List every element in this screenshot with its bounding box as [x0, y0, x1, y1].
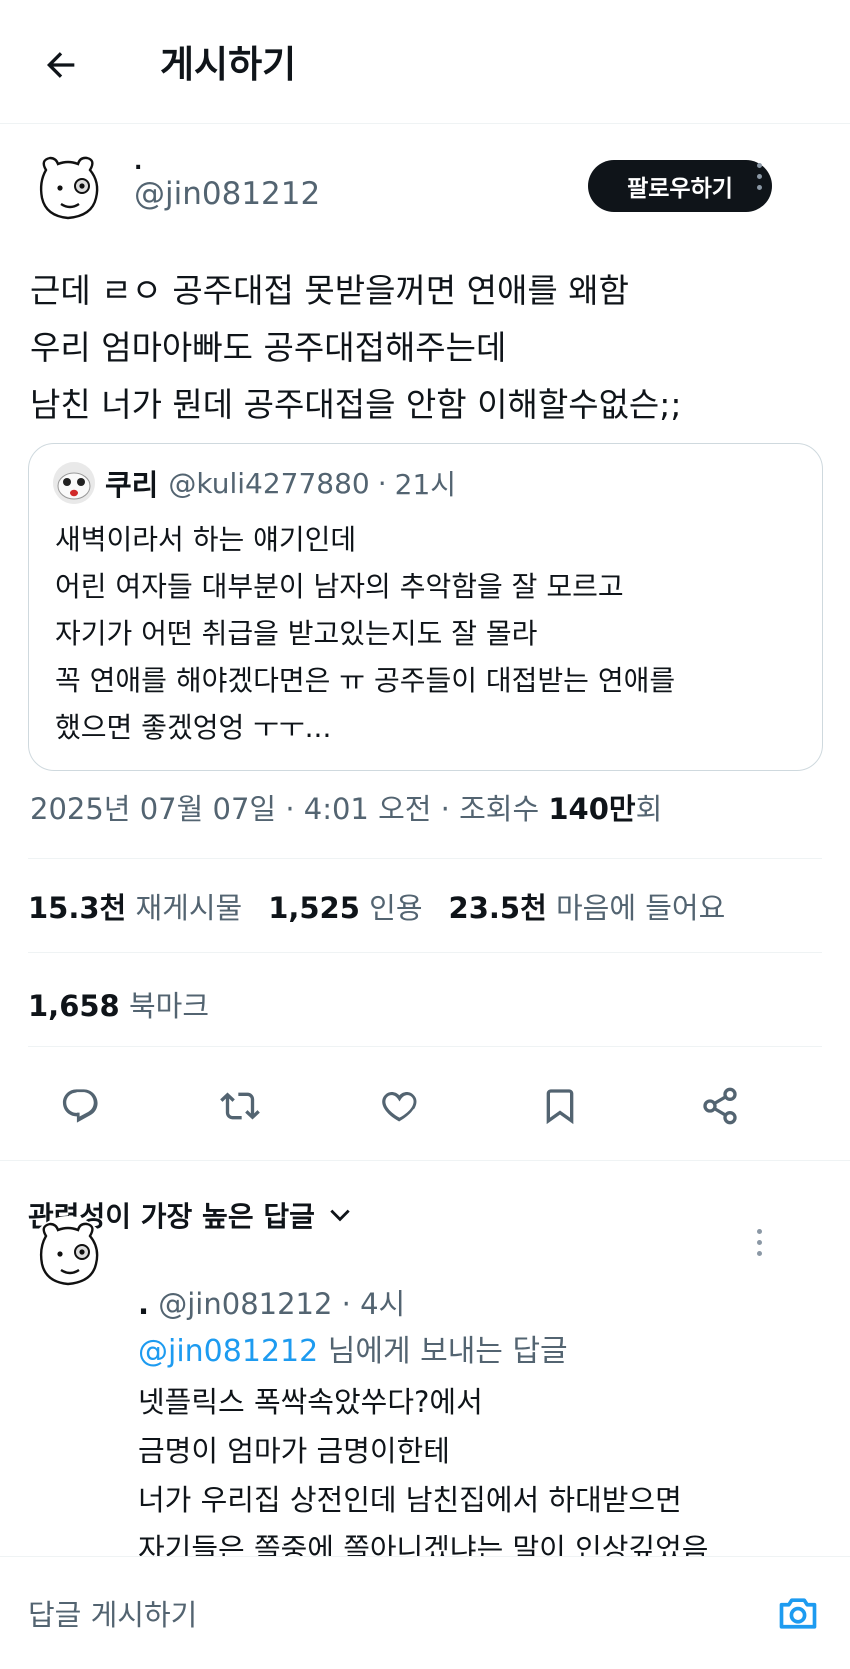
replying-to: @jin081212 님에게 보내는 답글 [138, 1330, 568, 1374]
quote-avatar [53, 462, 95, 504]
bookmarks-stat[interactable]: 1,658 북마크 [28, 984, 209, 1028]
like-icon [382, 1091, 417, 1122]
author-handle[interactable]: @jin081212 [134, 176, 320, 212]
reply-time: 4시 [360, 1287, 406, 1321]
post-stats: 15.3천 재게시물 1,525 인용 23.5천 마음에 들어요 [28, 886, 751, 930]
more-options-button[interactable] [744, 156, 774, 196]
views-count: 140만 [548, 792, 636, 826]
divider [28, 952, 822, 953]
quote-author-handle: @kuli4277880 [168, 466, 370, 500]
bookmark-button[interactable] [534, 1080, 586, 1132]
character-avatar-icon [53, 462, 95, 504]
post-meta: 2025년 07월 07일 · 4:01 오전 · 조회수 140만회 [30, 792, 663, 826]
post-time: 4:01 오전 [303, 792, 432, 826]
divider [28, 858, 822, 859]
back-button[interactable] [36, 40, 86, 90]
repost-icon [220, 1092, 260, 1120]
reply-button[interactable] [54, 1080, 106, 1132]
divider [28, 1046, 822, 1047]
likes-stat[interactable]: 23.5천 마음에 들어요 [449, 886, 726, 930]
page-title: 게시하기 [160, 43, 297, 86]
quote-author-name: 쿠리 [105, 468, 159, 502]
reply-text: 넷플릭스 폭싹속았쑤다?에서 금명이 엄마가 금명이한테 너가 우리집 상전인데… [138, 1385, 709, 1566]
section-divider [0, 1160, 850, 1161]
quoted-post[interactable]: 쿠리 @kuli4277880 · 21시 새벽이라서 하는 얘기인데 어린 여… [28, 443, 823, 771]
quote-text: 새벽이라서 하는 얘기인데 어린 여자들 대부분이 남자의 추악함을 잘 모르고… [55, 523, 676, 744]
more-dots-icon [756, 1228, 762, 1234]
repost-button[interactable] [214, 1080, 266, 1132]
bookmark-icon [546, 1089, 574, 1125]
like-button[interactable] [374, 1080, 426, 1132]
reply-header: . @jin081212 · 4시 [138, 1287, 406, 1321]
bear-doodle-avatar [39, 156, 99, 220]
quoted-post-header: 쿠리 @kuli4277880 · 21시 [53, 462, 456, 504]
reply-input[interactable]: 답글 게시하기 [28, 1593, 197, 1637]
avatar[interactable] [28, 150, 108, 230]
share-button[interactable] [694, 1080, 746, 1132]
reposts-stat[interactable]: 15.3천 재게시물 [28, 886, 242, 930]
camera-icon [779, 1598, 817, 1629]
reply-composer-bar: 답글 게시하기 [0, 1556, 850, 1669]
reply-author-handle[interactable]: @jin081212 [158, 1287, 332, 1321]
views-label: 조회수 [459, 792, 540, 826]
replying-to-handle[interactable]: @jin081212 [138, 1334, 318, 1369]
chevron-down-icon [330, 1209, 350, 1222]
share-icon [703, 1087, 737, 1125]
camera-button[interactable] [772, 1587, 824, 1639]
bear-doodle-avatar [39, 1222, 99, 1286]
replying-to-label: 님에게 보내는 답글 [327, 1334, 568, 1369]
more-dots-icon [756, 162, 762, 168]
quotes-stat[interactable]: 1,525 인용 [268, 886, 422, 930]
dot-separator: · [377, 466, 387, 500]
arrow-left-icon [47, 52, 75, 78]
views-suffix: 회 [635, 792, 663, 826]
author-name[interactable]: . [134, 150, 142, 176]
top-bar: 게시하기 [0, 0, 850, 124]
quote-time: 21시 [394, 468, 457, 501]
post-text: 근데 ㄹㅇ 공주대접 못받을꺼면 연애를 왜함 우리 엄마아빠도 공주대접해주는… [30, 271, 682, 424]
reply-icon [62, 1089, 98, 1123]
reply-more-options-button[interactable] [744, 1222, 774, 1262]
post-date: 2025년 07월 07일 [30, 792, 277, 826]
reply-avatar[interactable] [28, 1216, 108, 1296]
reply-author-name[interactable]: . [138, 1287, 149, 1321]
